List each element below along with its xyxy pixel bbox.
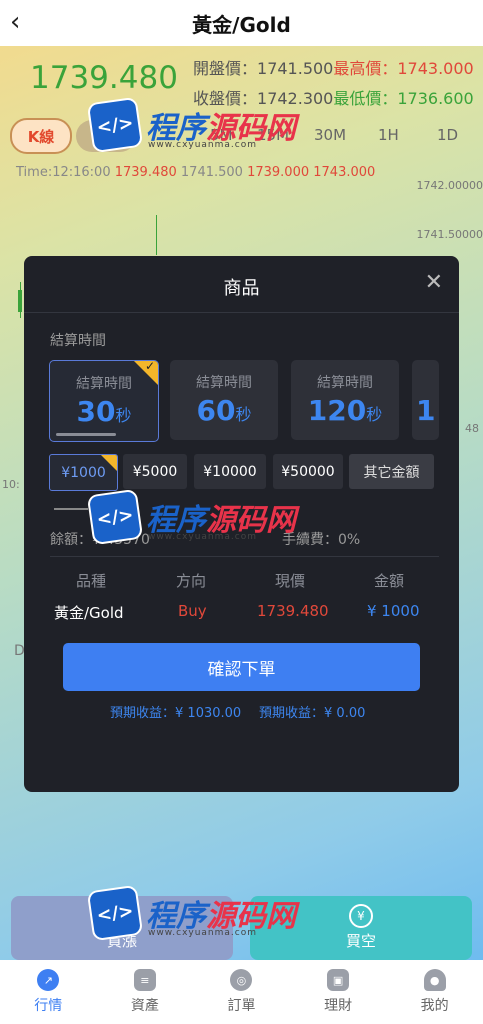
col-symbol: 品種	[76, 572, 107, 590]
time-option-label: 結算時間	[317, 375, 373, 391]
close-low-row: 收盤價：1742.300最低價：1736.600	[193, 85, 474, 109]
time-option-label: 結算時間	[196, 375, 252, 391]
info-value-2: 1741.500	[180, 165, 243, 180]
amount-option-1000[interactable]: ¥1000	[49, 454, 118, 491]
time-option-30[interactable]: 結算時間 30秒 ✓	[49, 360, 159, 442]
y-tick-2: 1741.50000	[416, 228, 483, 241]
tab-line[interactable]: 淡	[76, 120, 136, 152]
open-label: 開盤價：	[193, 59, 258, 78]
tab-kline[interactable]: K線	[10, 118, 72, 154]
nav-profile[interactable]: ● 我的	[386, 960, 483, 1024]
yen-icon: ¥	[349, 904, 373, 928]
period-5m[interactable]: 5M	[210, 126, 233, 144]
time-option-value: 1	[416, 394, 436, 427]
divider	[50, 556, 439, 557]
nav-finance[interactable]: ▣ 理財	[290, 960, 387, 1024]
wallet-icon: ≡	[133, 969, 156, 991]
yen-icon: ¥	[110, 904, 134, 928]
amount-slider[interactable]	[54, 508, 88, 510]
balance-value: ¥ 45570	[92, 532, 150, 548]
order-icon: ◎	[230, 969, 253, 991]
balance-info: 餘額：¥ 45570	[50, 532, 150, 548]
settle-time-label: 結算時間	[50, 333, 106, 349]
buy-down-button[interactable]: ¥ 買空	[250, 896, 472, 960]
fee-value: 0%	[338, 532, 361, 548]
time-option-value: 60秒	[196, 394, 252, 427]
info-value-4: 1743.000	[313, 165, 376, 180]
low-label: 最低價：	[333, 89, 398, 108]
y-tick-1: 1742.00000	[416, 179, 483, 192]
y-tick-3: 48	[465, 422, 479, 435]
time-option-60[interactable]: 結算時間 60秒	[170, 360, 278, 440]
col-price: 現價	[275, 572, 306, 590]
check-icon: ✓	[144, 360, 155, 373]
row-direction: Buy	[178, 602, 207, 620]
finance-icon: ▣	[327, 969, 350, 991]
row-amount: ¥ 1000	[367, 602, 420, 620]
row-price: 1739.480	[257, 602, 329, 620]
top-bar: ‹ 黃金/Gold	[0, 0, 483, 46]
expected-profit-1: 預期收益：¥ 1030.00	[110, 706, 242, 721]
user-icon: ●	[423, 969, 446, 991]
selected-badge	[101, 455, 117, 471]
amount-option-5000[interactable]: ¥5000	[123, 454, 187, 489]
col-direction: 方向	[176, 572, 207, 590]
time-value: 12:16:00	[52, 165, 111, 180]
low-value: 1736.600	[397, 89, 474, 108]
open-value: 1741.500	[257, 59, 334, 78]
expected-profit-2: 預期收益：¥ 0.00	[259, 706, 366, 721]
nav-assets[interactable]: ≡ 資產	[97, 960, 194, 1024]
close-value: 1742.300	[257, 89, 334, 108]
candle-wick	[156, 215, 157, 255]
confirm-order-button[interactable]: 確認下單	[63, 643, 420, 691]
page-title: 黃金/Gold	[192, 12, 291, 37]
amount-option-50000[interactable]: ¥50000	[273, 454, 343, 489]
time-label: Time:	[16, 165, 53, 180]
time-option-value: 30秒	[76, 395, 132, 428]
chart-time-info: Time:12:16:00 1739.480 1741.500 1739.000…	[16, 165, 375, 180]
modal-title: 商品	[223, 278, 260, 299]
high-value: 1743.000	[397, 59, 474, 78]
chart-type-tabs: K線 淡	[10, 118, 136, 154]
x-tick-left: 10:	[2, 478, 20, 491]
high-label: 最高價：	[333, 59, 398, 78]
time-option-more[interactable]: 1	[412, 360, 439, 440]
buy-down-label: 買空	[345, 932, 376, 950]
time-option-value: 120秒	[307, 394, 383, 427]
progress-bar	[56, 433, 116, 436]
other-amount-button[interactable]: 其它金額	[349, 454, 434, 489]
fee-info: 手續費：0%	[282, 532, 361, 548]
current-price: 1739.480	[30, 60, 178, 96]
amount-option-10000[interactable]: ¥10000	[194, 454, 266, 489]
buy-up-button[interactable]: ¥ 買漲	[11, 896, 233, 960]
modal-divider	[24, 312, 459, 313]
bottom-nav: ↗ 行情 ≡ 資產 ◎ 訂單 ▣ 理財 ● 我的	[0, 960, 483, 1024]
period-1d[interactable]: 1D	[437, 126, 458, 144]
candle-wick	[20, 282, 21, 318]
nav-market[interactable]: ↗ 行情	[0, 960, 97, 1024]
row-symbol: 黃金/Gold	[54, 604, 124, 622]
period-30m[interactable]: 30M	[314, 126, 346, 144]
col-amount: 金額	[374, 572, 405, 590]
close-label: 收盤價：	[193, 89, 258, 108]
nav-orders[interactable]: ◎ 訂單	[193, 960, 290, 1024]
order-modal: 商品 ✕ 結算時間 結算時間 30秒 ✓ 結算時間 60秒 結算時間 120秒 …	[24, 256, 459, 792]
close-icon[interactable]: ✕	[425, 270, 443, 295]
chevron-left-icon[interactable]: ‹	[10, 8, 20, 36]
info-value-1: 1739.480	[114, 165, 177, 180]
info-value-3: 1739.000	[247, 165, 310, 180]
period-1h[interactable]: 1H	[378, 126, 399, 144]
open-high-row: 開盤價：1741.500最高價：1743.000	[193, 55, 474, 79]
compass-icon: ↗	[37, 969, 60, 991]
time-option-120[interactable]: 結算時間 120秒	[291, 360, 399, 440]
buy-up-label: 買漲	[106, 932, 137, 950]
period-15m[interactable]: 15M	[257, 126, 289, 144]
